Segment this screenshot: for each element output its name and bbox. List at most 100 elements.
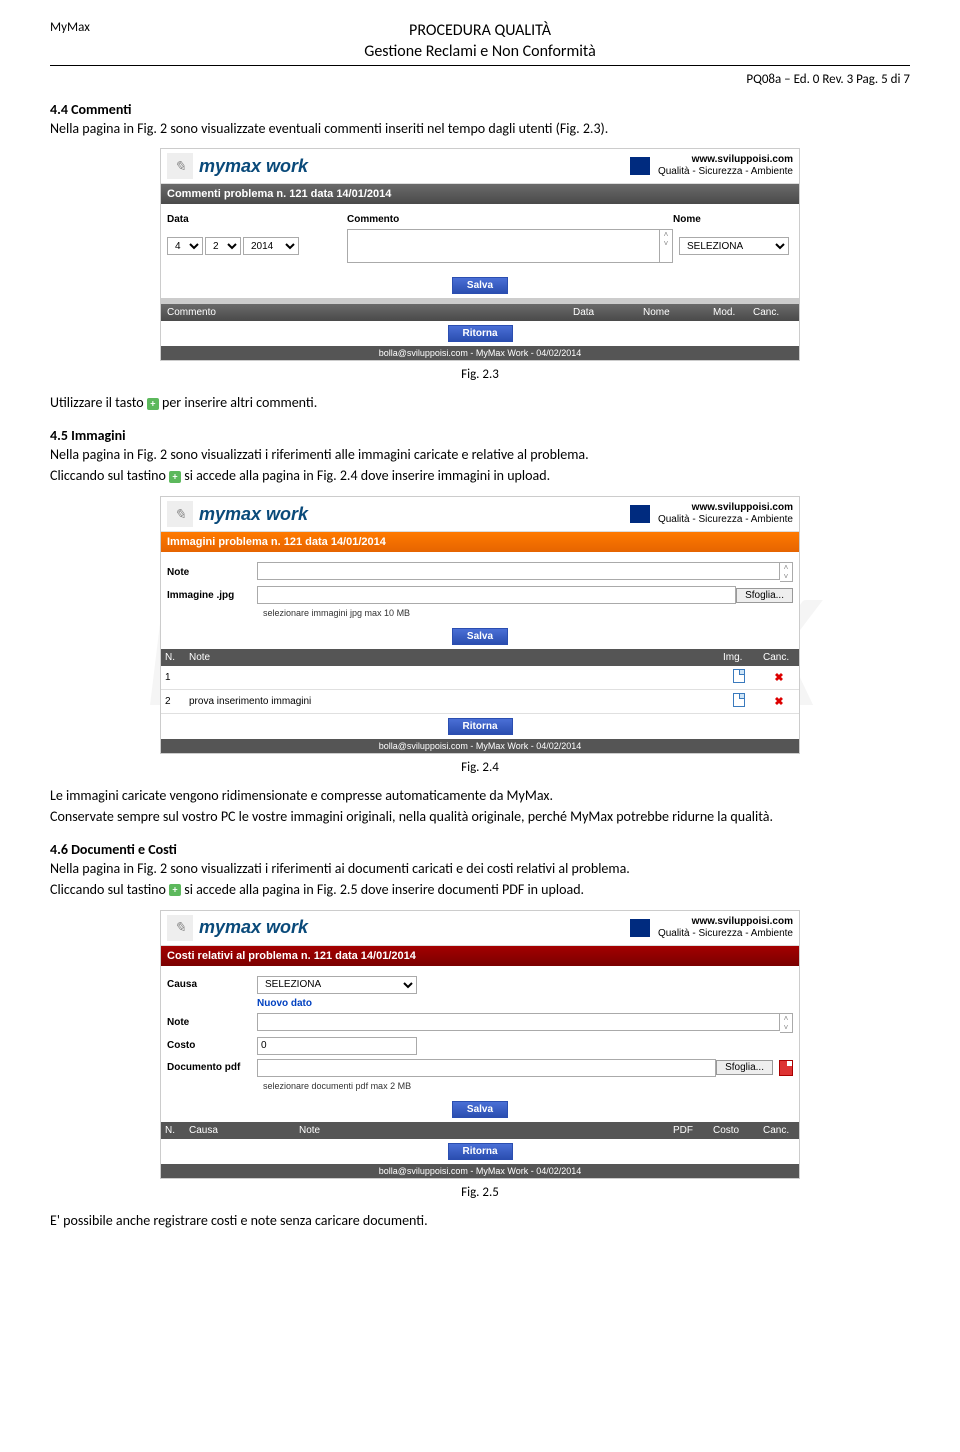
scroll-down-icon[interactable]: ˅ (780, 1023, 792, 1032)
add-icon: + (147, 398, 159, 410)
ritorna-button[interactable]: Ritorna (448, 1143, 513, 1160)
fig-2-4-screenshot: ✎ mymax work www.sviluppoisi.com Qualità… (160, 496, 800, 754)
upload-hint: selezionare immagini jpg max 10 MB (167, 608, 793, 618)
label-costo: Costo (167, 1040, 257, 1051)
delete-icon[interactable]: ✖ (774, 672, 783, 684)
label-immagine: Immagine .jpg (167, 590, 257, 601)
title-bar: Commenti problema n. 121 data 14/01/2014 (161, 184, 799, 204)
scroll-down-icon[interactable]: ˅ (660, 239, 672, 248)
label-causa: Causa (167, 979, 257, 990)
sfoglia-button[interactable]: Sfoglia... (736, 588, 793, 603)
cell-n: 2 (161, 690, 185, 714)
salva-button[interactable]: Salva (452, 277, 508, 294)
tagline: Qualità - Sicurezza - Ambiente (658, 928, 793, 940)
cell-note (185, 666, 719, 690)
note-input[interactable] (257, 1013, 780, 1031)
brand: mymax work (199, 156, 620, 177)
isi-logo-icon (620, 919, 650, 937)
th-note: Note (295, 1122, 669, 1139)
add-icon: + (169, 471, 181, 483)
th-mod: Mod. (713, 307, 753, 318)
comment-textarea[interactable] (347, 229, 660, 263)
label-data: Data (167, 214, 189, 225)
s44-p2: Utilizzare il tasto + per inserire altri… (50, 394, 910, 413)
th-canc: Canc. (759, 1122, 799, 1139)
th-n: N. (161, 1122, 185, 1139)
tagline: Qualità - Sicurezza - Ambiente (658, 514, 793, 526)
file-path-input[interactable] (257, 586, 736, 604)
section-4-4-title: 4.4 Commenti (50, 101, 910, 118)
th-costo: Costo (709, 1122, 759, 1139)
table-header: Commento Data Nome Mod. Canc. (161, 304, 799, 321)
url: www.sviluppoisi.com (658, 154, 793, 166)
section-4-5-title: 4.5 Immagini (50, 427, 910, 444)
fig-2-4-caption: Fig. 2.4 (50, 760, 910, 775)
causa-select[interactable]: SELEZIONA (257, 976, 417, 994)
s44-p1: Nella pagina in Fig. 2 sono visualizzate… (50, 120, 910, 139)
year-select[interactable]: 2014 (243, 237, 299, 255)
label-note: Note (167, 567, 257, 578)
scroll-down-icon[interactable]: ˅ (780, 572, 792, 581)
s45-p1: Nella pagina in Fig. 2 sono visualizzati… (50, 446, 910, 465)
table-row: 2 prova inserimento immagini ✖ (161, 690, 799, 714)
label-nome: Nome (673, 214, 701, 225)
month-select[interactable]: 2 (205, 237, 241, 255)
header-right: www.sviluppoisi.com Qualità - Sicurezza … (658, 154, 793, 178)
note-input[interactable] (257, 562, 780, 580)
image-link-icon[interactable] (733, 669, 745, 683)
scroll-up-icon[interactable]: ˄ (660, 230, 672, 239)
th-data: Data (573, 307, 643, 318)
th-pdf: PDF (669, 1122, 709, 1139)
nome-select[interactable]: SELEZIONA (679, 237, 789, 255)
s46-p1: Nella pagina in Fig. 2 sono visualizzati… (50, 860, 910, 879)
image-link-icon[interactable] (733, 693, 745, 707)
th-causa: Causa (185, 1122, 295, 1139)
tagline: Qualità - Sicurezza - Ambiente (658, 166, 793, 178)
file-path-input[interactable] (257, 1059, 716, 1077)
section-4-6-title: 4.6 Documenti e Costi (50, 841, 910, 858)
fig-2-3-screenshot: ✎ mymax work www.sviluppoisi.com Qualità… (160, 148, 800, 361)
isi-logo-icon (620, 505, 650, 523)
ss-header: ✎ mymax work www.sviluppoisi.com Qualità… (161, 149, 799, 184)
doc-ref: PQ08a – Ed. 0 Rev. 3 Pag. 5 di 7 (50, 72, 910, 87)
logo-icon: ✎ (167, 501, 193, 527)
ss-footer: bolla@sviluppoisi.com - MyMax Work - 04/… (161, 739, 799, 753)
ritorna-button[interactable]: Ritorna (448, 718, 513, 735)
title-bar: Costi relativi al problema n. 121 data 1… (161, 946, 799, 966)
scroll-up-icon[interactable]: ˄ (780, 1014, 792, 1023)
images-table: N. Note Img. Canc. 1 ✖ 2 prova inserimen… (161, 649, 799, 714)
s45-p4: Conservate sempre sul vostro PC le vostr… (50, 808, 910, 827)
s45-p2: Cliccando sul tastino + si accede alla p… (50, 467, 910, 486)
cell-n: 1 (161, 666, 185, 690)
url: www.sviluppoisi.com (658, 502, 793, 514)
th-nome: Nome (643, 307, 713, 318)
salva-button[interactable]: Salva (452, 1101, 508, 1118)
url: www.sviluppoisi.com (658, 916, 793, 928)
isi-logo-icon (620, 157, 650, 175)
title-bar: Immagini problema n. 121 data 14/01/2014 (161, 532, 799, 552)
header-rule (50, 65, 910, 66)
doc-header: PROCEDURA QUALITÀ Gestione Reclami e Non… (50, 21, 910, 63)
label-commento: Commento (347, 214, 399, 225)
label-note: Note (167, 1017, 257, 1028)
salva-button[interactable]: Salva (452, 628, 508, 645)
ss-footer: bolla@sviluppoisi.com - MyMax Work - 04/… (161, 346, 799, 360)
th-note: Note (185, 649, 719, 666)
ritorna-button[interactable]: Ritorna (448, 325, 513, 342)
costo-input[interactable] (257, 1037, 417, 1055)
fig-2-5-caption: Fig. 2.5 (50, 1185, 910, 1200)
brand: mymax work (199, 917, 620, 938)
scroll-up-icon[interactable]: ˄ (780, 563, 792, 572)
upload-hint: selezionare documenti pdf max 2 MB (167, 1081, 793, 1091)
sfoglia-button[interactable]: Sfoglia... (716, 1060, 773, 1075)
ss-footer: bolla@sviluppoisi.com - MyMax Work - 04/… (161, 1164, 799, 1178)
delete-icon[interactable]: ✖ (774, 696, 783, 708)
logo-icon: ✎ (167, 915, 193, 941)
th-n: N. (161, 649, 185, 666)
costs-table: N. Causa Note PDF Costo Canc. (161, 1122, 799, 1139)
table-row: 1 ✖ (161, 666, 799, 690)
label-documento: Documento pdf (167, 1062, 257, 1073)
nuovo-dato-link[interactable]: Nuovo dato (257, 998, 312, 1009)
th-commento: Commento (167, 307, 573, 318)
day-select[interactable]: 4 (167, 237, 203, 255)
